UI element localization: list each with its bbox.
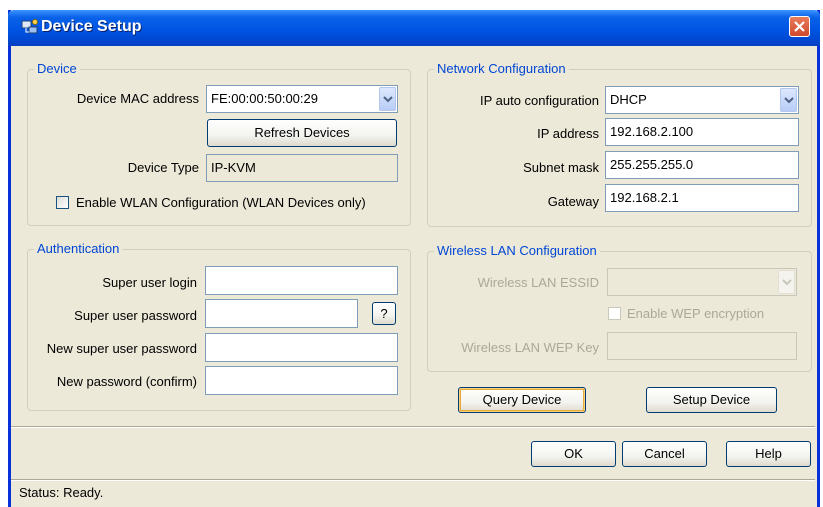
status-divider: [11, 479, 815, 481]
mac-address-label: Device MAC address: [76, 91, 199, 106]
wlan-essid-label: Wireless LAN ESSID: [477, 275, 599, 290]
device-group-label: Device: [34, 61, 80, 77]
chevron-down-icon: [383, 96, 393, 103]
mac-dropdown-button[interactable]: [379, 87, 396, 111]
device-type-field: IP-KVM: [206, 154, 398, 182]
mac-address-dropdown[interactable]: FE:00:00:50:00:29: [206, 85, 398, 113]
query-device-button[interactable]: Query Device: [458, 387, 586, 413]
ip-auto-value: DHCP: [610, 92, 647, 107]
password-help-button[interactable]: ?: [372, 302, 396, 325]
super-user-login-input[interactable]: [205, 266, 398, 295]
wlan-wep-key-input[interactable]: [607, 332, 797, 360]
ip-auto-label: IP auto configuration: [479, 93, 599, 108]
enable-wep-label[interactable]: Enable WEP encryption: [627, 306, 764, 322]
confirm-password-label: New password (confirm): [56, 374, 197, 389]
super-user-login-label: Super user login: [102, 275, 197, 290]
enable-wlan-label[interactable]: Enable WLAN Configuration (WLAN Devices …: [76, 195, 366, 211]
super-user-password-label: Super user password: [74, 308, 197, 323]
refresh-devices-button[interactable]: Refresh Devices: [207, 119, 397, 147]
new-password-label: New super user password: [46, 341, 197, 356]
device-type-label: Device Type: [127, 160, 199, 175]
ok-button[interactable]: OK: [531, 441, 616, 467]
wlan-wep-key-label: Wireless LAN WEP Key: [461, 340, 599, 355]
wlan-essid-dropdown[interactable]: [607, 268, 797, 296]
subnet-mask-label: Subnet mask: [523, 160, 599, 175]
enable-wlan-checkbox[interactable]: [56, 196, 69, 209]
footer-divider: [11, 426, 815, 428]
status-bar-text: Status: Ready.: [19, 485, 104, 500]
window-title: Device Setup: [41, 18, 142, 35]
new-password-input[interactable]: [205, 333, 398, 362]
network-group-label: Network Configuration: [434, 61, 569, 77]
confirm-password-input[interactable]: [205, 366, 398, 395]
gateway-label: Gateway: [547, 194, 599, 209]
close-button[interactable]: [789, 16, 810, 37]
ip-auto-dropdown[interactable]: DHCP: [605, 86, 799, 114]
ip-address-input[interactable]: 192.168.2.100: [605, 118, 799, 146]
wlan-essid-dropdown-button[interactable]: [778, 270, 795, 294]
wireless-lan-group-label: Wireless LAN Configuration: [434, 243, 600, 259]
ip-address-label: IP address: [537, 126, 599, 141]
chevron-down-icon: [784, 97, 794, 104]
help-button[interactable]: Help: [726, 441, 811, 467]
title-bar[interactable]: Device Setup: [8, 10, 820, 46]
enable-wep-checkbox[interactable]: [608, 307, 621, 320]
authentication-group-label: Authentication: [34, 241, 123, 257]
chevron-down-icon: [782, 279, 792, 286]
mac-address-value: FE:00:00:50:00:29: [211, 91, 318, 106]
gateway-input[interactable]: 192.168.2.1: [605, 184, 799, 212]
setup-device-button[interactable]: Setup Device: [646, 387, 777, 413]
ip-auto-dropdown-button[interactable]: [780, 88, 797, 112]
network-wizard-icon: [21, 18, 39, 36]
super-user-password-input[interactable]: [205, 299, 358, 328]
cancel-button[interactable]: Cancel: [622, 441, 707, 467]
subnet-mask-input[interactable]: 255.255.255.0: [605, 151, 799, 179]
